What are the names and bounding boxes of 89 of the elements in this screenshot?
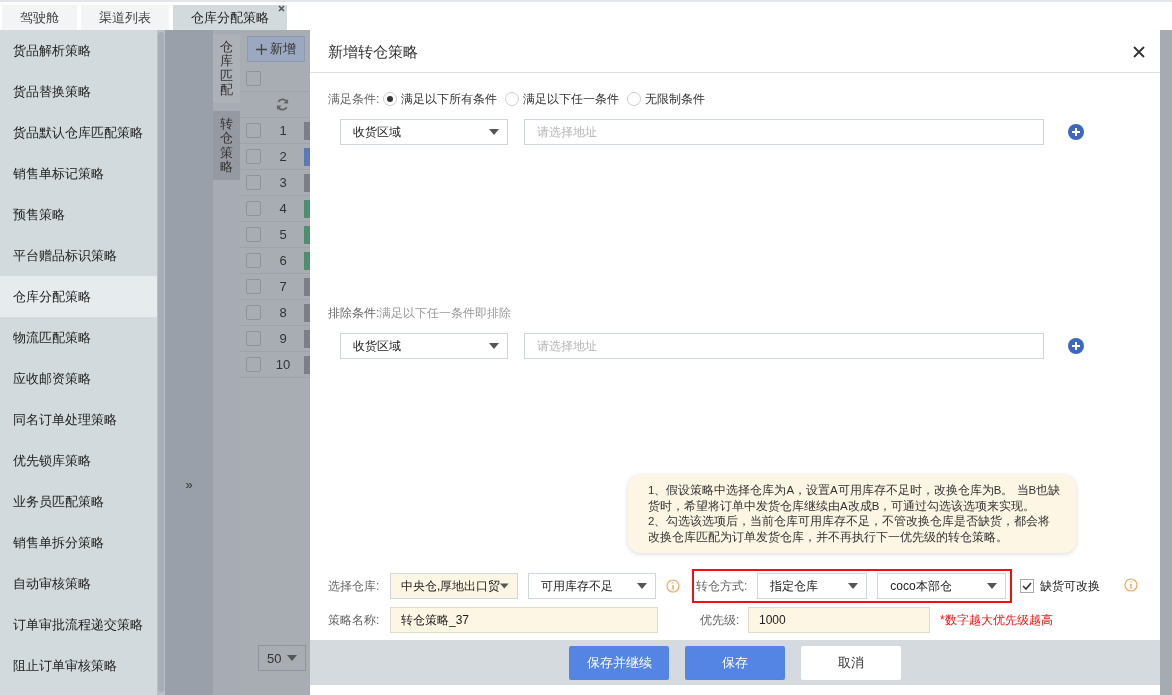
add-icon[interactable] bbox=[1068, 124, 1084, 140]
sidebar-item[interactable]: 物流匹配策略 bbox=[0, 317, 157, 358]
checkbox[interactable] bbox=[246, 175, 261, 190]
checkbox[interactable] bbox=[246, 123, 261, 138]
vertical-tab[interactable]: 仓库匹配 bbox=[213, 34, 240, 104]
info-icon[interactable] bbox=[1124, 577, 1139, 592]
priority-label: 优先级: bbox=[700, 611, 741, 629]
check-icon bbox=[1022, 582, 1033, 590]
sidebar-item[interactable]: 预售策略 bbox=[0, 194, 157, 235]
row-number: 2 bbox=[278, 149, 288, 164]
transfer-label: 转仓方式: bbox=[696, 577, 748, 595]
row-number: 6 bbox=[278, 253, 288, 268]
caret-icon bbox=[489, 129, 499, 135]
caret-icon bbox=[287, 655, 298, 661]
close-icon[interactable] bbox=[1132, 45, 1146, 59]
radio-option[interactable]: 无限制条件 bbox=[623, 90, 706, 108]
row-number: 4 bbox=[278, 201, 288, 216]
sidebar-item[interactable]: 销售单标记策略 bbox=[0, 153, 157, 194]
sidebar-item[interactable]: 同名订单处理策略 bbox=[0, 399, 157, 440]
field-select[interactable]: 收货区域 bbox=[340, 333, 508, 359]
add-icon[interactable] bbox=[1068, 338, 1084, 354]
caret-icon bbox=[987, 583, 998, 589]
checkbox[interactable] bbox=[246, 227, 261, 242]
tooltip-text: 2、勾选该选项后，当前仓库可用库存不足，不管改换仓库是否缺货，都会将改换仓库匹配为订单发货仓库，并不再执行下一优先级的转仓策略。 bbox=[648, 514, 1052, 545]
warehouse-select[interactable]: 中央仓,厚地出口贸 bbox=[390, 573, 518, 599]
checkbox[interactable] bbox=[246, 253, 261, 268]
sidebar-item[interactable]: 应收邮资策略 bbox=[0, 358, 157, 399]
name-label: 策略名称: bbox=[328, 611, 381, 629]
sidebar-item[interactable]: 销售单拆分策略 bbox=[0, 522, 157, 563]
trigger-select[interactable]: 可用库存不足 bbox=[528, 573, 656, 599]
transfer-mode-select[interactable]: 指定仓库 bbox=[757, 573, 868, 599]
page-tab[interactable]: 仓库分配策略 bbox=[173, 5, 287, 30]
sidebar-item[interactable]: 平台赠品标识策略 bbox=[0, 235, 157, 276]
caret-icon bbox=[500, 583, 509, 589]
sidebar-item[interactable]: 货品默认仓库匹配策略 bbox=[0, 112, 157, 153]
add-button[interactable]: 新增 bbox=[247, 36, 305, 62]
sidebar-item[interactable]: 订单审批流程递交策略 bbox=[0, 604, 157, 645]
priority-input[interactable]: 1000 bbox=[748, 607, 930, 633]
row-number: 8 bbox=[278, 305, 288, 320]
page-tab[interactable]: 渠道列表 bbox=[81, 5, 169, 30]
plus-icon bbox=[256, 43, 267, 55]
sidebar-item[interactable]: 优先锁库策略 bbox=[0, 440, 157, 481]
field-select[interactable]: 收货区域 bbox=[340, 119, 508, 145]
tooltip-text: 1、假设策略中选择仓库为A，设置A可用库存不足时，改换仓库为B。 当B也缺货时，希望将订单中发货仓库继续由A改成B，可通过勾选该选项来实现。 bbox=[648, 483, 1062, 514]
sidebar-item[interactable]: 货品解析策略 bbox=[0, 30, 157, 71]
checkbox[interactable] bbox=[246, 201, 261, 216]
dialog-button[interactable]: 取消 bbox=[801, 645, 901, 680]
row-number: 3 bbox=[278, 175, 288, 190]
name-input[interactable]: 转仓策略_37 bbox=[390, 607, 658, 633]
caret-icon bbox=[848, 583, 859, 589]
vertical-tab[interactable]: 转仓策略 bbox=[213, 111, 240, 181]
sidebar-item[interactable]: 自动审核策略 bbox=[0, 563, 157, 604]
sidebar-item[interactable]: 业务员匹配策略 bbox=[0, 481, 157, 522]
page-tab[interactable]: 驾驶舱 bbox=[2, 5, 77, 30]
row-number: 10 bbox=[274, 357, 292, 372]
checkbox[interactable] bbox=[246, 357, 261, 372]
checkbox[interactable] bbox=[246, 71, 261, 86]
sidebar-item[interactable]: 仓库分配策略 bbox=[0, 276, 157, 317]
exclude-hint: 满足以下任一条件即排除 bbox=[379, 305, 512, 322]
dialog-button[interactable]: 保存并继续 bbox=[569, 645, 669, 680]
address-input[interactable]: 请选择地址 bbox=[524, 119, 1044, 145]
checkbox[interactable] bbox=[246, 279, 261, 294]
dialog-button[interactable]: 保存 bbox=[685, 645, 785, 680]
expand-toggle[interactable]: » bbox=[173, 470, 205, 498]
swap-checkbox[interactable]: 缺货可改换 bbox=[1020, 577, 1101, 595]
sidebar-item[interactable]: 货品替换策略 bbox=[0, 71, 157, 112]
page-size-select[interactable]: 50 bbox=[258, 645, 306, 671]
checkbox[interactable] bbox=[246, 149, 261, 164]
row-number: 7 bbox=[278, 279, 288, 294]
caret-icon bbox=[489, 343, 499, 349]
condition-label: 满足条件: bbox=[328, 90, 380, 108]
radio-option[interactable]: 满足以下任一条件 bbox=[501, 90, 620, 108]
checkbox[interactable] bbox=[246, 331, 261, 346]
dialog-title: 新增转仓策略 bbox=[328, 42, 418, 62]
target-warehouse-select[interactable]: coco本部仓 bbox=[877, 573, 1007, 599]
radio-option[interactable]: 满足以下所有条件 bbox=[379, 90, 498, 108]
row-number: 5 bbox=[278, 227, 288, 242]
close-icon[interactable] bbox=[278, 5, 285, 12]
checkbox[interactable] bbox=[246, 305, 261, 320]
caret-icon bbox=[637, 583, 647, 589]
exclude-label: 排除条件: bbox=[328, 305, 380, 322]
row-number: 1 bbox=[278, 123, 288, 138]
warehouse-label: 选择仓库: bbox=[328, 577, 381, 595]
info-icon[interactable] bbox=[666, 579, 680, 593]
address-input[interactable]: 请选择地址 bbox=[524, 333, 1044, 359]
sidebar-item[interactable]: 阻止订单审核策略 bbox=[0, 645, 157, 686]
refresh-icon[interactable] bbox=[276, 98, 289, 111]
priority-note: *数字越大优先级越高 bbox=[940, 611, 1053, 629]
row-number: 9 bbox=[278, 331, 288, 346]
